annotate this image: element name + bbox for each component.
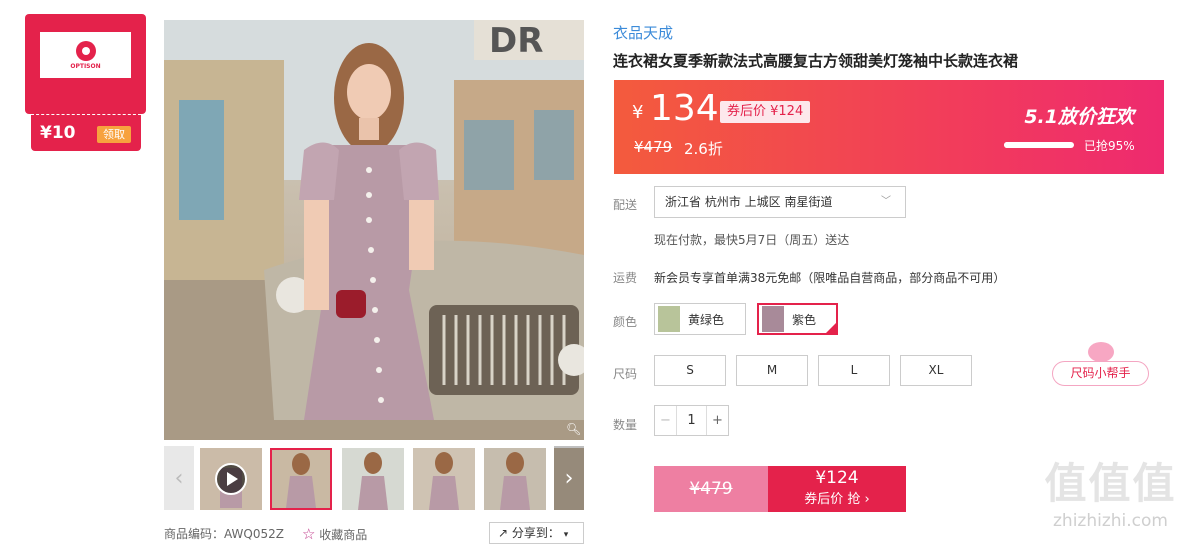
buy-price: ¥124: [815, 468, 859, 488]
address-select[interactable]: 浙江省 杭州市 上城区 南星街道 ﹀: [654, 186, 906, 218]
sold-progress-bar: [1004, 142, 1074, 148]
shipping-label: 配送: [613, 198, 638, 212]
freight-label: 运费: [613, 271, 638, 285]
buy-action-label: 券后价 抢 ›: [804, 492, 870, 507]
thumbnail-image: [413, 448, 475, 510]
thumbnail-video[interactable]: [200, 448, 262, 510]
discount-label: 2.6折: [684, 140, 723, 158]
svg-text:DR: DR: [489, 21, 543, 61]
zoom-icon[interactable]: 🔍︎: [566, 422, 581, 436]
thumbnail-3[interactable]: [342, 448, 404, 510]
thumb-prev-button[interactable]: ‹: [164, 446, 194, 510]
share-label: 分享到：: [511, 526, 560, 540]
color-swatch: [762, 306, 784, 332]
address-value: 浙江省 杭州市 上城区 南星街道: [665, 195, 833, 209]
price-banner: ¥ 134 券后价 ¥124 ¥479 2.6折 5.1放价狂欢 已抢95%: [614, 80, 1164, 174]
favorite-label: 收藏商品: [319, 528, 368, 542]
after-coupon-badge: 券后价 ¥124: [720, 101, 811, 123]
original-price-box: ¥479: [654, 466, 768, 512]
thumbnail-image: [484, 448, 546, 510]
thumbnail-image: [342, 448, 404, 510]
size-option-m[interactable]: M: [736, 355, 808, 386]
watermark-domain: zhizhizhi.com: [1053, 511, 1168, 531]
size-option-s[interactable]: S: [654, 355, 726, 386]
thumbnail-5[interactable]: [484, 448, 546, 510]
thumbnail-4[interactable]: [413, 448, 475, 510]
selected-check-icon: [824, 321, 838, 335]
size-helper-button[interactable]: 尺码小帮手: [1052, 361, 1149, 386]
buy-with-coupon-button[interactable]: ¥124 券后价 抢 ›: [768, 466, 906, 512]
claim-coupon-button[interactable]: 领取: [97, 126, 131, 143]
color-option-label: 紫色: [792, 312, 817, 327]
quantity-stepper: − 1 +: [654, 405, 729, 436]
watermark-logo: 值值值: [1044, 459, 1177, 508]
currency-symbol: ¥: [632, 102, 644, 123]
pig-mascot-icon: [1088, 342, 1114, 362]
thumbnail-2[interactable]: [270, 448, 332, 510]
brand-logo: OPTISON: [40, 32, 131, 78]
color-swatch: [658, 306, 680, 332]
thumbnail-image: [272, 450, 330, 508]
coupon-amount: ¥10: [40, 123, 76, 143]
sold-progress-fill: [1004, 142, 1071, 148]
coupon-card: OPTISON: [25, 14, 146, 114]
logo-mark-icon: [75, 40, 96, 61]
thumbnail-image: [200, 448, 262, 510]
buy-original-price: ¥479: [689, 479, 733, 499]
delivery-eta: 现在付款，最快5月7日（周五）送达: [654, 233, 850, 247]
quantity-increase-button[interactable]: +: [706, 406, 728, 435]
color-option-purple[interactable]: 紫色: [757, 303, 838, 335]
chevron-down-icon: ▾: [563, 530, 569, 540]
coupon-bottom: ¥10 领取: [31, 114, 141, 151]
logo-text: OPTISON: [70, 62, 101, 70]
quantity-label: 数量: [613, 418, 638, 432]
freight-text: 新会员专享首单满38元免邮（限唯品自营商品，部分商品不可用）: [654, 271, 1006, 285]
sold-percent: 已抢95%: [1084, 139, 1135, 153]
product-code: 商品编码：AWQ052Z: [164, 527, 284, 541]
quantity-input[interactable]: 1: [677, 406, 706, 435]
share-dropdown[interactable]: ↗ 分享到： ▾: [489, 522, 584, 544]
color-option-label: 黄绿色: [688, 312, 725, 327]
star-icon: ☆: [302, 525, 316, 543]
size-option-l[interactable]: L: [818, 355, 890, 386]
main-product-image[interactable]: DR 🔍︎: [164, 20, 584, 440]
original-price: ¥479: [634, 138, 673, 156]
color-option-yellow-green[interactable]: 黄绿色: [654, 303, 746, 335]
current-price: 134: [650, 88, 719, 129]
promo-title: 5.1放价狂欢: [1024, 106, 1134, 128]
chevron-down-icon: ﹀: [881, 196, 891, 207]
size-option-xl[interactable]: XL: [900, 355, 972, 386]
thumb-next-button[interactable]: ›: [554, 446, 584, 510]
site-watermark: 值值值 zhizhizhi.com: [1038, 450, 1183, 542]
favorite-button[interactable]: ☆ 收藏商品: [302, 525, 367, 543]
quantity-decrease-button[interactable]: −: [655, 406, 677, 435]
color-label: 颜色: [613, 315, 638, 329]
product-title: 连衣裙女夏季新款法式高腰复古方领甜美灯笼袖中长款连衣裙: [613, 52, 1019, 70]
brand-link[interactable]: 衣品天成: [613, 22, 673, 43]
product-photo-illustration: DR: [164, 20, 584, 440]
share-icon: ↗: [498, 526, 509, 540]
size-label: 尺码: [613, 367, 638, 381]
